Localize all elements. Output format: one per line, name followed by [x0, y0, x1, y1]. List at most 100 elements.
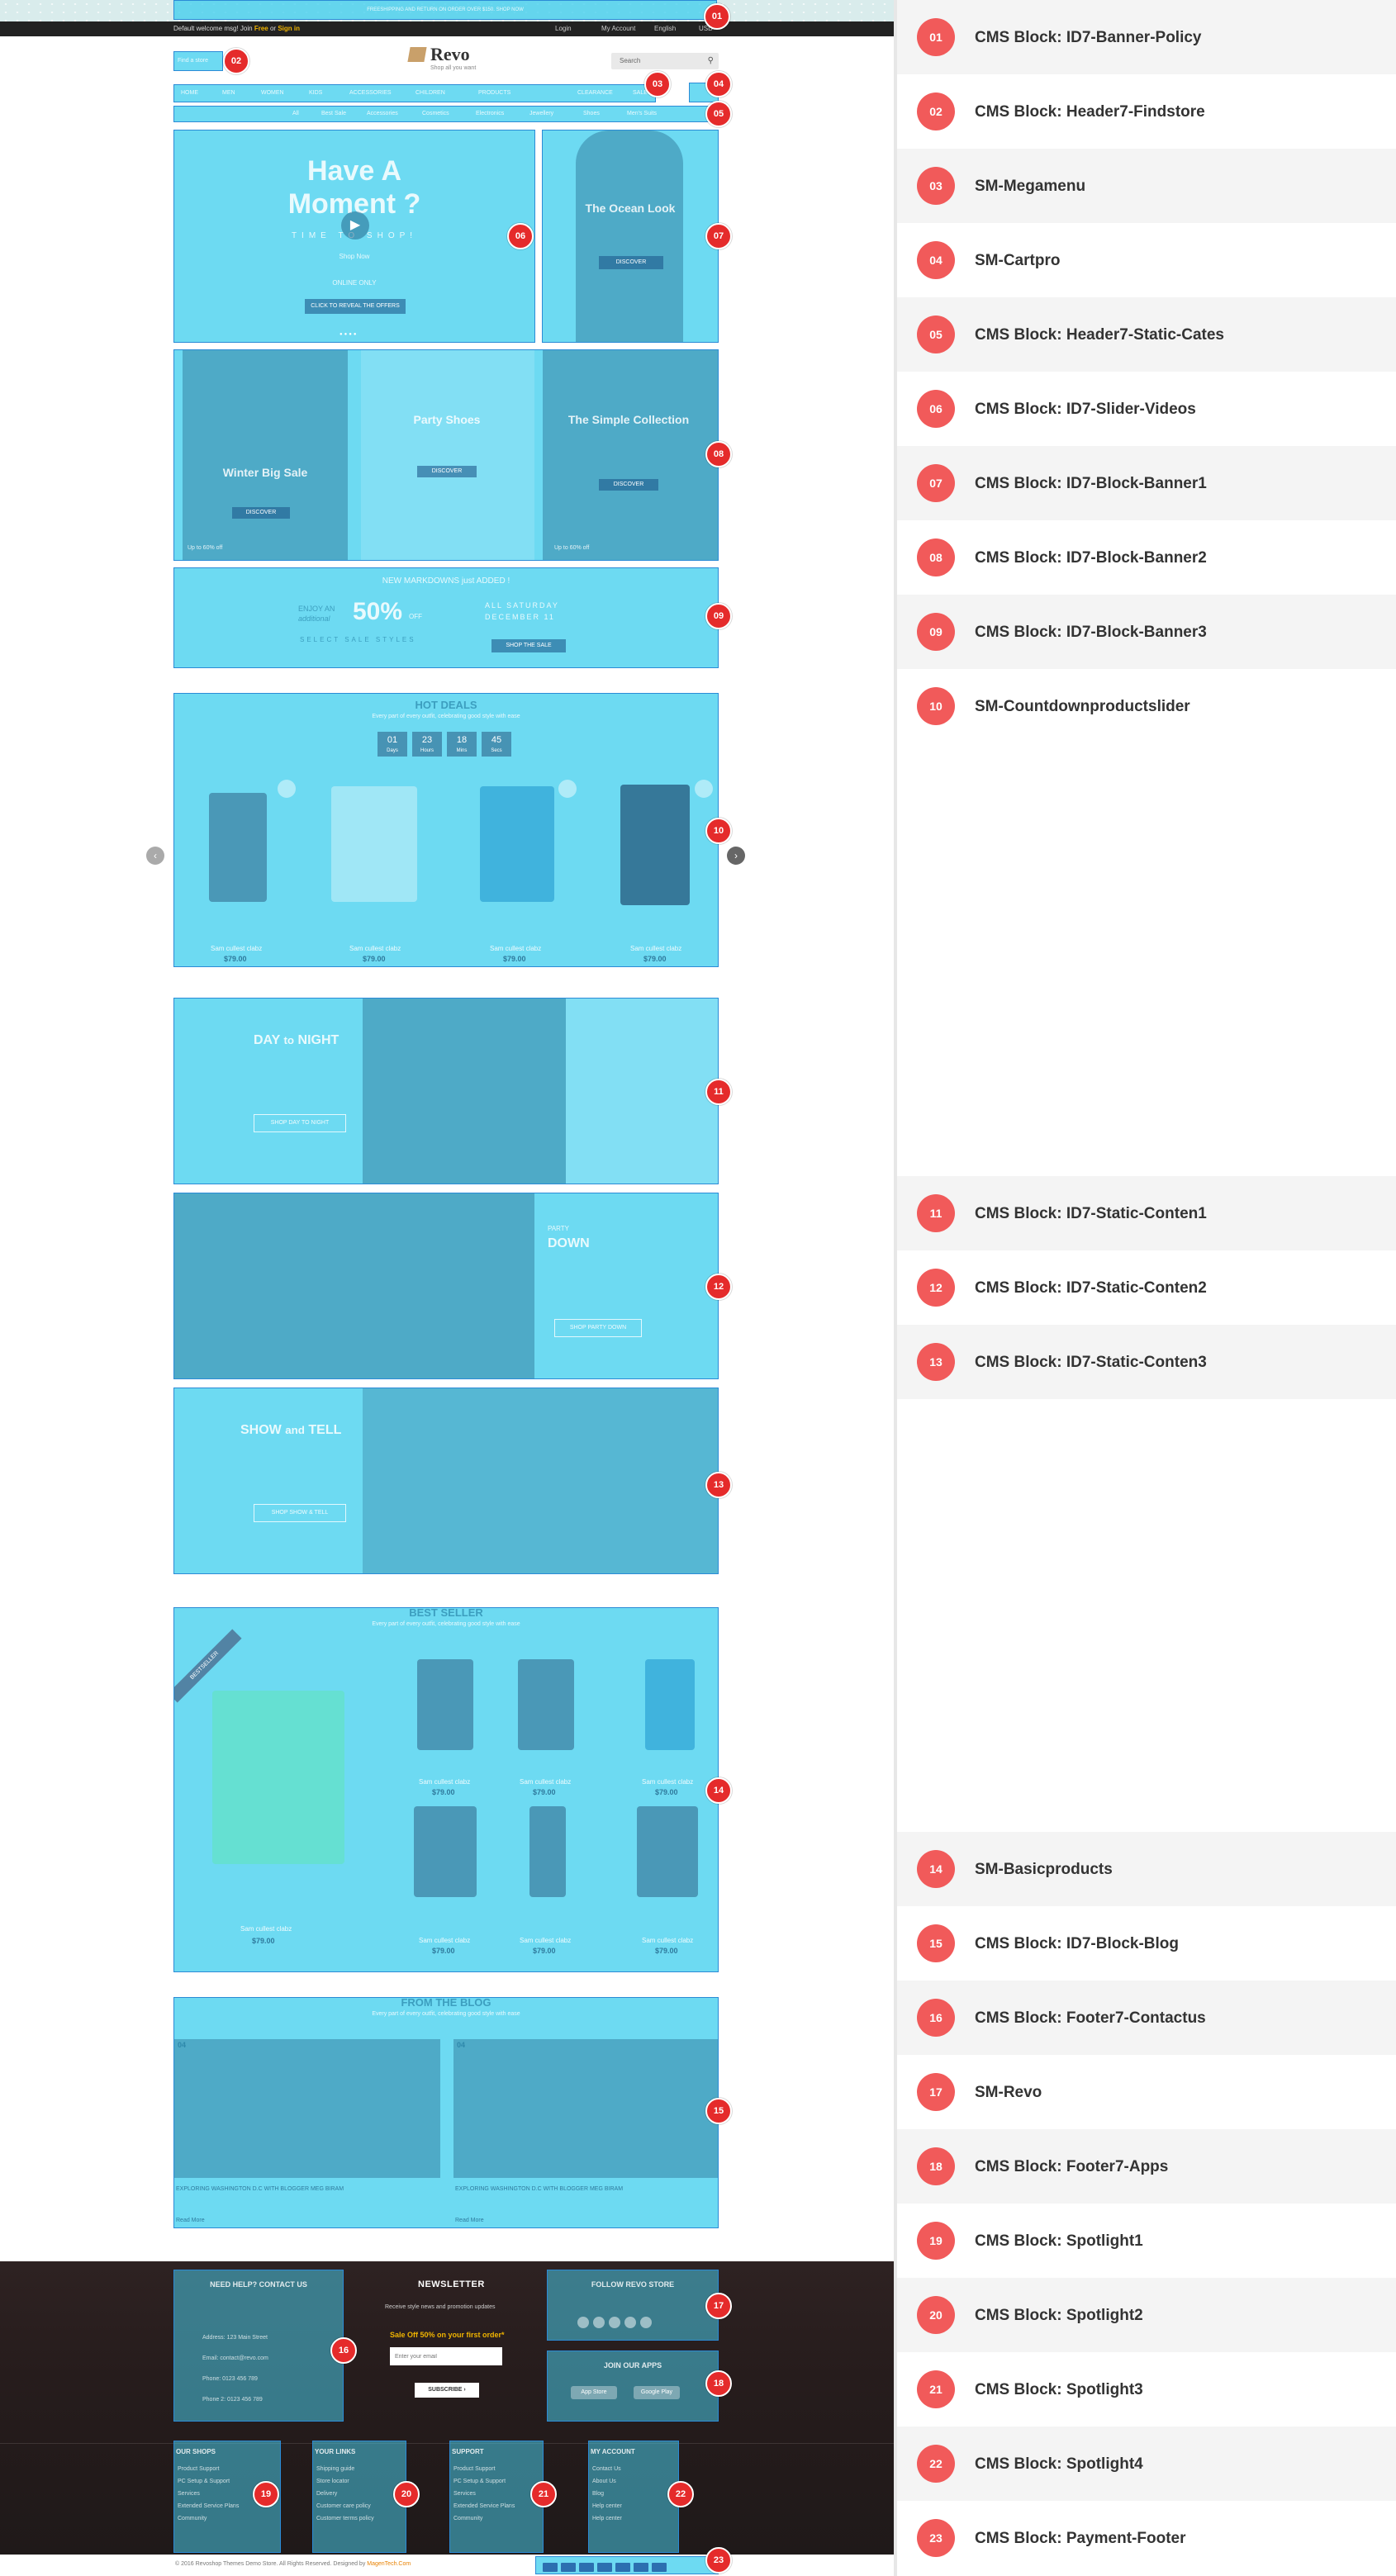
block-banner1[interactable]: The Ocean Look DISCOVER: [542, 130, 719, 343]
legend-row-16: 16 CMS Block: Footer7-Contactus: [897, 1981, 1396, 2055]
my-account-link[interactable]: My Account: [601, 25, 635, 32]
legend-row-18: 18 CMS Block: Footer7-Apps: [897, 2129, 1396, 2204]
search-input[interactable]: Search ⚲: [611, 53, 719, 69]
bestseller-product-7[interactable]: [637, 1806, 698, 1897]
shop-show-tell-button[interactable]: SHOP SHOW & TELL: [254, 1504, 346, 1522]
legend-row-20: 20 CMS Block: Spotlight2: [897, 2278, 1396, 2352]
block-static-cates[interactable]: All Best Sale Accessories Cosmetics Elec…: [173, 106, 719, 122]
slider-dots[interactable]: ●●●●: [340, 332, 358, 337]
marker-20: 20: [393, 2481, 420, 2507]
banner1-discover-button[interactable]: DISCOVER: [599, 256, 663, 269]
legend-badge: 11: [917, 1194, 955, 1232]
legend-row-17: 17 SM-Revo: [897, 2055, 1396, 2129]
banner2-discover-1[interactable]: DISCOVER: [232, 507, 290, 519]
block-footer-contactus[interactable]: NEED HELP? CONTACT US Address: 123 Main …: [173, 2270, 344, 2422]
block-banner3[interactable]: NEW MARKDOWNS just ADDED ! ENJOY AN addi…: [173, 567, 719, 668]
blog-photo-1[interactable]: [174, 2039, 440, 2178]
block-static-content2[interactable]: PARTY DOWN SHOP PARTY DOWN: [173, 1193, 719, 1379]
shop-the-sale-button[interactable]: SHOP THE SALE: [491, 639, 566, 652]
reveal-offers-button[interactable]: CLICK TO REVEAL THE OFFERS: [305, 299, 406, 314]
play-video-icon[interactable]: ▶: [341, 211, 369, 240]
instagram-icon[interactable]: [640, 2317, 652, 2328]
hotdeal-product-1[interactable]: [209, 793, 267, 902]
banner2-discover-2[interactable]: DISCOVER: [417, 466, 477, 477]
block-static-content1[interactable]: DAY to NIGHT SHOP DAY TO NIGHT: [173, 998, 719, 1184]
banner2-discover-3[interactable]: DISCOVER: [599, 479, 658, 491]
block-blog[interactable]: FROM THE BLOG Every part of every outfit…: [173, 1997, 719, 2228]
google-play-button[interactable]: Google Play: [634, 2386, 680, 2399]
block-static-content3[interactable]: SHOW and TELL SHOP SHOW & TELL: [173, 1388, 719, 1574]
pinterest-icon[interactable]: [624, 2317, 636, 2328]
join-free-link[interactable]: Free: [254, 25, 268, 32]
prev-arrow-icon[interactable]: ‹: [146, 847, 164, 865]
block-spotlight3[interactable]: SUPPORT Product Support PC Setup & Suppor…: [449, 2441, 544, 2553]
app-store-button[interactable]: App Store: [571, 2386, 617, 2399]
banner2-photo-1: [183, 350, 348, 560]
legend-badge: 18: [917, 2147, 955, 2185]
legend-badge: 04: [917, 241, 955, 279]
google-plus-icon[interactable]: [609, 2317, 620, 2328]
legend-label: CMS Block: Spotlight2: [975, 2307, 1143, 2324]
legend-row-03: 03 SM-Megamenu: [897, 149, 1396, 223]
legend-row-09: 09 CMS Block: ID7-Block-Banner3: [897, 595, 1396, 669]
subscribe-button[interactable]: SUBSCRIBE ›: [415, 2383, 479, 2398]
marker-03: 03: [644, 71, 671, 97]
block-countdown-slider[interactable]: HOT DEALS Every part of every outfit, ce…: [173, 693, 719, 967]
logo-bag-icon: [407, 47, 427, 62]
bestseller-product-3[interactable]: [518, 1659, 574, 1750]
legend-label: CMS Block: ID7-Block-Banner3: [975, 624, 1207, 641]
bestseller-featured-product[interactable]: [212, 1691, 344, 1864]
hotdeal-product-2[interactable]: [331, 786, 417, 902]
sign-in-link[interactable]: Sign in: [278, 25, 300, 32]
marker-10: 10: [705, 818, 732, 844]
newsletter-title: NEWSLETTER: [418, 2279, 485, 2289]
legend-badge: 09: [917, 613, 955, 651]
block-follow-revo[interactable]: FOLLOW REVO STORE: [547, 2270, 719, 2341]
block-spotlight2[interactable]: YOUR LINKS Shipping guide Store locator De…: [312, 2441, 406, 2553]
block-footer-apps[interactable]: JOIN OUR APPS App Store Google Play: [547, 2351, 719, 2422]
legend-badge: 16: [917, 1999, 955, 2037]
bestseller-product-2[interactable]: [417, 1659, 473, 1750]
shop-party-down-button[interactable]: SHOP PARTY DOWN: [554, 1319, 642, 1337]
shop-day-to-night-button[interactable]: SHOP DAY TO NIGHT: [254, 1114, 346, 1132]
search-icon[interactable]: ⚲: [708, 56, 714, 65]
legend-row-10: 10 SM-Countdownproductslider: [897, 669, 1396, 743]
newsletter-email-input[interactable]: [390, 2347, 502, 2365]
marker-14: 14: [705, 1777, 732, 1804]
welcome-message: Default welcome msg! Join Free or Sign i…: [173, 25, 300, 32]
legend-label: CMS Block: Header7-Static-Cates: [975, 326, 1224, 344]
facebook-icon[interactable]: [577, 2317, 589, 2328]
hotdeal-product-3[interactable]: [480, 786, 554, 902]
block-megamenu[interactable]: HOME MEN WOMEN KIDS ACCESSORIES CHILDREN…: [173, 84, 656, 102]
block-banner2[interactable]: Winter Big Sale DISCOVER Up to 60% off P…: [173, 349, 719, 561]
marker-09: 09: [705, 603, 732, 629]
countdown-mins: 18 Mins: [447, 732, 477, 757]
language-selector[interactable]: English: [654, 25, 676, 32]
marker-12: 12: [705, 1274, 732, 1300]
copyright-link[interactable]: MagenTech.Com: [367, 2561, 411, 2567]
hotdeal-product-4[interactable]: [620, 785, 690, 905]
legend-label: CMS Block: Header7-Findstore: [975, 103, 1205, 121]
block-banner-policy[interactable]: FREESHIPPING AND RETURN ON ORDER OVER $1…: [173, 0, 717, 20]
discover-icon: [615, 2563, 630, 2572]
countdown-secs: 45 Secs: [482, 732, 511, 757]
block-slider-videos[interactable]: Have A Moment ? TIME TO SHOP! ▶ Shop Now…: [173, 130, 535, 343]
visa-icon: [543, 2563, 558, 2572]
bestseller-product-4[interactable]: [645, 1659, 695, 1750]
login-link[interactable]: Login: [555, 25, 572, 32]
next-arrow-icon[interactable]: ›: [727, 847, 745, 865]
legend-row-08: 08 CMS Block: ID7-Block-Banner2: [897, 520, 1396, 595]
content3-photo: [363, 1388, 718, 1573]
block-spotlight4[interactable]: MY ACCOUNT Contact Us About Us Blog Help ce…: [588, 2441, 679, 2553]
legend-badge: 12: [917, 1269, 955, 1307]
blog-photo-2[interactable]: [453, 2039, 718, 2178]
sale-badge-4: [695, 780, 713, 798]
legend-label: CMS Block: ID7-Block-Blog: [975, 1935, 1180, 1952]
block-basic-products[interactable]: BEST SELLER Every part of every outfit, …: [173, 1607, 719, 1972]
block-payment-footer[interactable]: [535, 2556, 719, 2574]
block-findstore[interactable]: Find a store: [173, 51, 223, 71]
legend-label: SM-Countdownproductslider: [975, 698, 1190, 715]
bestseller-product-5[interactable]: [414, 1806, 477, 1897]
bestseller-product-6[interactable]: [529, 1806, 566, 1897]
twitter-icon[interactable]: [593, 2317, 605, 2328]
